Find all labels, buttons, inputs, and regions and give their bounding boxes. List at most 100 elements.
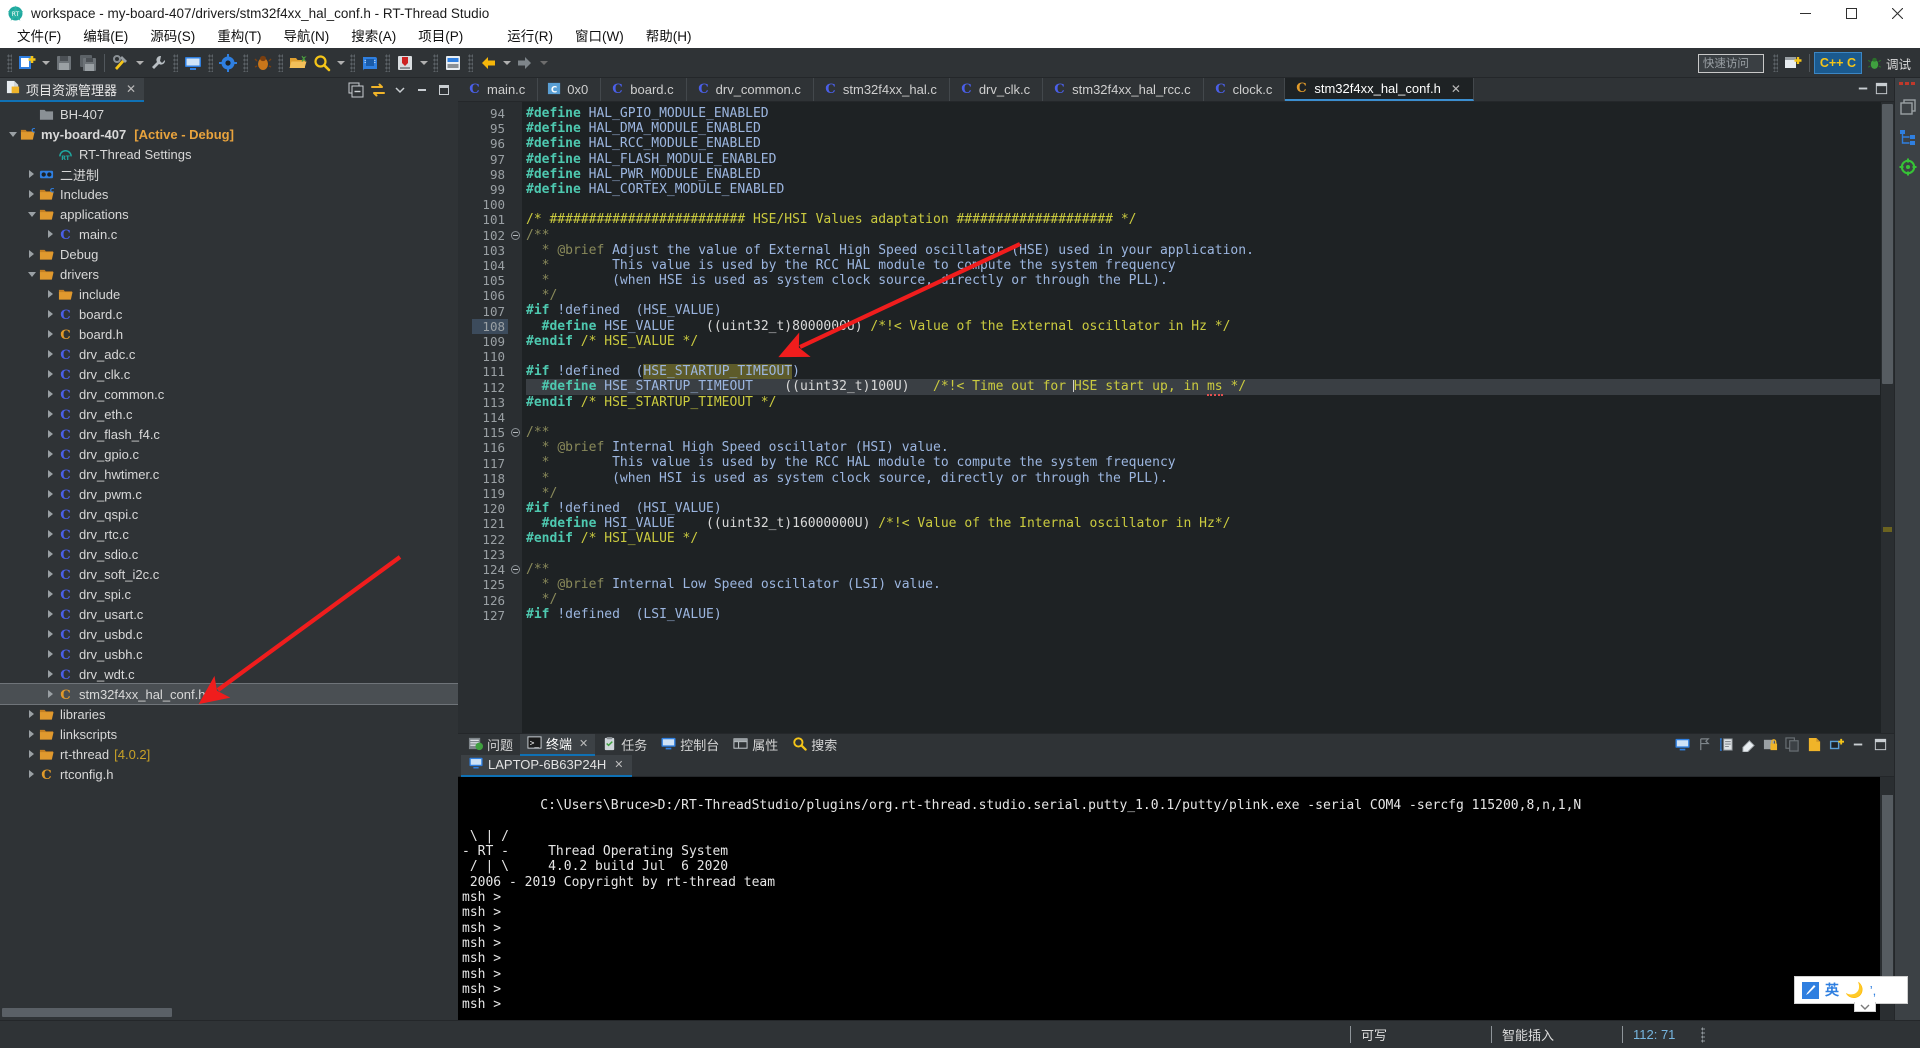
scrollbar-thumb[interactable] xyxy=(1882,795,1893,995)
tree-item[interactable]: Cdrv_sdio.c xyxy=(0,544,458,564)
code-line[interactable]: * @brief Internal Low Speed oscillator (… xyxy=(526,577,1880,592)
chevron-down-icon[interactable] xyxy=(390,80,410,100)
arrow-right-icon[interactable] xyxy=(513,51,537,75)
twisty-collapsed-icon[interactable] xyxy=(25,244,38,264)
tree-item[interactable]: Cmy-board-407 [Active - Debug] xyxy=(0,124,458,144)
code-line[interactable]: * (when HSI is used as system clock sour… xyxy=(526,471,1880,486)
arrow-left-icon[interactable] xyxy=(476,51,500,75)
editor-tab[interactable]: Cboard.c xyxy=(601,78,687,101)
fold-gutter[interactable] xyxy=(508,102,522,733)
minimize-icon[interactable] xyxy=(1848,735,1868,755)
menu-edit[interactable]: 编辑(E) xyxy=(72,26,139,48)
terminal-session-tab[interactable]: LAPTOP-6B63P24H ✕ xyxy=(461,754,632,777)
editor-tab[interactable]: Cdrv_common.c xyxy=(686,78,814,101)
tree-item[interactable]: Cdrv_spi.c xyxy=(0,584,458,604)
new-page-icon[interactable] xyxy=(1804,735,1824,755)
code-line[interactable] xyxy=(526,546,1880,561)
tree-item[interactable]: Crtconfig.h xyxy=(0,764,458,784)
fold-marker[interactable] xyxy=(508,228,522,243)
tree-item[interactable]: Cdrv_adc.c xyxy=(0,344,458,364)
perspective-debug-button[interactable]: 调试 xyxy=(1862,52,1916,74)
link-editor-icon[interactable] xyxy=(368,80,388,100)
forward-dropdown-caret[interactable] xyxy=(537,51,550,75)
tree-item[interactable]: Cdrv_common.c xyxy=(0,384,458,404)
tree-item[interactable]: drivers xyxy=(0,264,458,284)
download-dropdown-caret[interactable] xyxy=(417,51,430,75)
tree-item[interactable]: Cboard.h xyxy=(0,324,458,344)
code-line[interactable]: /** xyxy=(526,228,1880,243)
tree-item[interactable]: Cdrv_wdt.c xyxy=(0,664,458,684)
code-line[interactable]: */ xyxy=(526,288,1880,303)
tree-item[interactable]: Debug xyxy=(0,244,458,264)
editor-tab[interactable]: Cstm32f4xx_hal.c xyxy=(813,78,950,101)
tree-item[interactable]: Cmain.c xyxy=(0,224,458,244)
tree-item[interactable]: BH-407 xyxy=(0,104,458,124)
ime-expand-button[interactable] xyxy=(1854,1002,1876,1012)
twisty-expanded-icon[interactable] xyxy=(25,204,38,224)
hammer-wrench-icon[interactable] xyxy=(109,51,133,75)
bottom-panel-tab[interactable]: 控制台 xyxy=(654,734,726,756)
menu-help[interactable]: 帮助(H) xyxy=(635,26,703,48)
code-line[interactable]: #define HSE_VALUE ((uint32_t)8000000U) /… xyxy=(526,319,1880,334)
tree-item[interactable]: rt-thread [4.0.2] xyxy=(0,744,458,764)
minimize-button[interactable] xyxy=(1782,0,1828,26)
code-line[interactable] xyxy=(526,410,1880,425)
close-icon[interactable]: ✕ xyxy=(579,737,588,750)
search-dropdown-caret[interactable] xyxy=(334,51,347,75)
download-box-icon[interactable] xyxy=(393,51,417,75)
tree-item[interactable]: Cdrv_soft_i2c.c xyxy=(0,564,458,584)
code-line[interactable]: * This value is used by the RCC HAL modu… xyxy=(526,258,1880,273)
build-dropdown-caret[interactable] xyxy=(133,51,146,75)
code-editor[interactable]: 94 95 96 97 98 99 100 101 102 103 104 105 106 107 108 1… xyxy=(458,102,1894,733)
tree-item[interactable]: Cdrv_rtc.c xyxy=(0,524,458,544)
code-line[interactable] xyxy=(526,349,1880,364)
twisty-collapsed-icon[interactable] xyxy=(44,424,57,444)
twisty-collapsed-icon[interactable] xyxy=(44,404,57,424)
editor-tab[interactable]: Cdrv_clk.c xyxy=(949,78,1044,101)
new-terminal-icon[interactable] xyxy=(1826,735,1846,755)
twisty-collapsed-icon[interactable] xyxy=(44,464,57,484)
code-line[interactable]: * @brief Adjust the value of External Hi… xyxy=(526,243,1880,258)
tree-item[interactable]: Cboard.c xyxy=(0,304,458,324)
bottom-panel-tab[interactable]: 搜索 xyxy=(785,734,844,756)
bug-icon[interactable] xyxy=(251,51,275,75)
code-line[interactable]: #endif /* HSI_VALUE */ xyxy=(526,531,1880,546)
tree-item[interactable]: Cdrv_qspi.c xyxy=(0,504,458,524)
code-line[interactable]: #define HSI_VALUE ((uint32_t)16000000U) … xyxy=(526,516,1880,531)
twisty-collapsed-icon[interactable] xyxy=(44,284,57,304)
twisty-expanded-icon[interactable] xyxy=(6,124,19,144)
new-perspective-icon[interactable] xyxy=(1781,51,1805,75)
close-icon[interactable]: ✕ xyxy=(614,758,623,771)
tree-item[interactable]: Cdrv_hwtimer.c xyxy=(0,464,458,484)
tree-item[interactable]: Cdrv_flash_f4.c xyxy=(0,424,458,444)
target-icon[interactable] xyxy=(1898,157,1918,177)
editor-tab[interactable]: C 0x0 xyxy=(538,78,602,101)
tree-icon[interactable] xyxy=(1898,127,1918,147)
code-line[interactable]: /** xyxy=(526,425,1880,440)
twisty-collapsed-icon[interactable] xyxy=(44,364,57,384)
maximize-icon[interactable] xyxy=(1870,735,1890,755)
code-line[interactable]: * This value is used by the RCC HAL modu… xyxy=(526,455,1880,470)
twisty-expanded-icon[interactable] xyxy=(25,264,38,284)
code-line[interactable]: #define HAL_DMA_MODULE_ENABLED xyxy=(526,121,1880,136)
menu-project[interactable]: 项目(P) xyxy=(407,26,474,48)
editor-tab[interactable]: Cstm32f4xx_hal_conf.h ✕ xyxy=(1285,78,1474,101)
tree-item[interactable]: Cdrv_usart.c xyxy=(0,604,458,624)
code-line[interactable]: #if !defined (HSE_STARTUP_TIMEOUT) xyxy=(526,364,1880,380)
maximize-editor-button[interactable] xyxy=(1874,81,1889,99)
punctuation-icon[interactable]: ’, xyxy=(1870,983,1877,998)
code-line[interactable]: #endif /* HSE_STARTUP_TIMEOUT */ xyxy=(526,395,1880,410)
open-folder-icon[interactable] xyxy=(286,51,310,75)
menu-source[interactable]: 源码(S) xyxy=(139,26,206,48)
back-dropdown-caret[interactable] xyxy=(500,51,513,75)
flag-icon[interactable] xyxy=(1694,735,1714,755)
twisty-collapsed-icon[interactable] xyxy=(44,564,57,584)
drawer-icon[interactable] xyxy=(441,51,465,75)
twisty-collapsed-icon[interactable] xyxy=(44,224,57,244)
code-line[interactable]: #if !defined (HSI_VALUE) xyxy=(526,501,1880,516)
code-line[interactable]: #define HSE_STARTUP_TIMEOUT ((uint32_t)1… xyxy=(526,379,1880,397)
maximize-icon[interactable] xyxy=(434,80,454,100)
code-line[interactable]: #define HAL_CORTEX_MODULE_ENABLED xyxy=(526,182,1880,197)
editor-tab[interactable]: Cclock.c xyxy=(1203,78,1286,101)
fold-marker[interactable] xyxy=(508,425,522,440)
